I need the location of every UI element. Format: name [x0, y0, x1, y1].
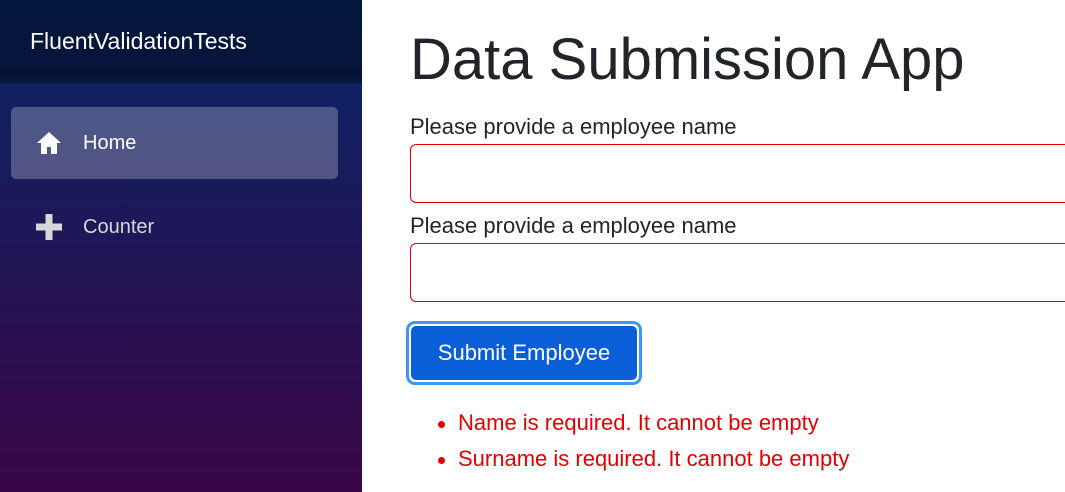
page-title: Data Submission App [410, 27, 965, 92]
app-brand[interactable]: FluentValidationTests [30, 28, 247, 55]
employee-surname-label: Please provide a employee name [410, 213, 737, 238]
home-icon [35, 129, 63, 157]
sidebar-item-counter[interactable]: Counter [11, 191, 338, 263]
sidebar-nav: Home Counter [0, 83, 362, 263]
validation-summary: Name is required. It cannot be empty Sur… [438, 406, 849, 478]
employee-surname-input[interactable] [410, 243, 1065, 302]
validation-error: Name is required. It cannot be empty [438, 406, 849, 442]
employee-name-input[interactable] [410, 144, 1065, 203]
main-content: Data Submission App Please provide a emp… [406, 0, 1065, 492]
sidebar-item-label: Home [83, 131, 137, 154]
validation-error: Surname is required. It cannot be empty [438, 442, 849, 478]
sidebar-item-label: Counter [83, 215, 155, 238]
sidebar: FluentValidationTests Home Counter [0, 0, 362, 492]
submit-employee-button[interactable]: Submit Employee [406, 321, 642, 385]
sidebar-item-home[interactable]: Home [11, 107, 338, 179]
employee-name-label: Please provide a employee name [410, 114, 737, 139]
brand-bar: FluentValidationTests [0, 0, 362, 83]
submit-employee-label: Submit Employee [411, 326, 637, 380]
plus-icon [35, 213, 63, 241]
